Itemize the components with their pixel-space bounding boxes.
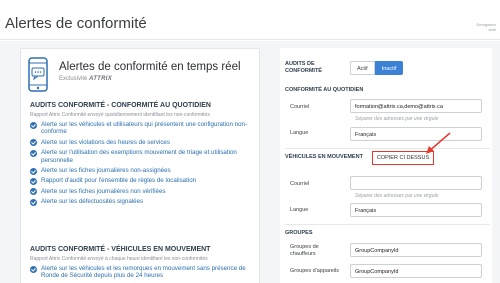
driver-groups-select[interactable]: GroupCompanyId (350, 243, 482, 257)
card-subtitle: Exclusivité ATTRIX (59, 76, 112, 82)
list-item: Alerte sur les violations des heures de … (30, 139, 258, 147)
main-content: Alertes de conformité en temps réel Excl… (0, 41, 500, 283)
check-circle-icon (30, 139, 37, 147)
moving-alert-list: Alerte sur les véhicules et les remorque… (30, 265, 258, 283)
section-heading-daily: AUDITS CONFORMITÉ - CONFORMITÉ AU QUOTID… (30, 102, 211, 109)
daily-alert-list: Alerte sur les véhicules et utilisateurs… (30, 121, 258, 209)
info-card: Alertes de conformité en temps réel Excl… (20, 48, 260, 283)
help-link[interactable]: aide (476, 27, 496, 32)
brand-logo: ATTRIX (89, 76, 113, 82)
section-heading-moving: AUDITS CONFORMITÉ - VÉHICULES EN MOUVEME… (30, 246, 211, 253)
annotation-arrow-icon (426, 132, 451, 154)
daily-heading: CONFORMITÉ AU QUOTIDIEN (285, 87, 364, 93)
check-circle-icon (30, 167, 37, 175)
toggle-active-button[interactable]: Actif (350, 61, 375, 75)
card-title: Alertes de conformité en temps réel (59, 61, 241, 73)
moving-email-hint: Séparer des adresses par une virgule (355, 193, 439, 199)
divider (285, 148, 490, 149)
toggle-inactive-button[interactable]: Inactif (374, 61, 404, 75)
list-item: Rapport d'audit pour l'ensemble de règle… (30, 177, 258, 185)
list-item: Alerte sur les véhicules et les remorque… (30, 265, 258, 280)
moving-email-label: Courriel (290, 181, 310, 187)
header-actions[interactable]: Enregistrer aide (476, 22, 496, 32)
check-circle-icon (30, 177, 37, 185)
list-item: Alerte sur les défectuosités signalées (30, 198, 258, 206)
moving-email-field[interactable] (350, 176, 482, 190)
audit-toggle[interactable]: Actif Inactif (350, 61, 404, 75)
daily-email-field[interactable]: formation@attrix.ca,demo@attrix.ca (350, 99, 482, 113)
settings-panel: AUDITS DE CONFORMITÉ Actif Inactif CONFO… (280, 48, 492, 283)
daily-email-label: Courriel (290, 104, 310, 110)
list-item: Alerte sur les véhicules et utilisateurs… (30, 121, 258, 136)
moving-language-select[interactable]: Français (350, 203, 482, 217)
section-description-moving: Rapport Attrix Conformité envoyé à chaqu… (30, 256, 208, 262)
groups-heading: GROUPES (285, 230, 313, 236)
check-circle-icon (30, 121, 37, 129)
list-item: Alerte sur l'utilisation des exemptions … (30, 149, 258, 164)
moving-heading: VÉHICULES EN MOUVEMENT (285, 154, 363, 160)
divider (285, 224, 490, 225)
check-circle-icon (30, 149, 37, 157)
list-item: Alerte sur les fiches journalières non v… (30, 188, 258, 196)
list-item: Alerte sur les fiches journalières non-a… (30, 167, 258, 175)
audits-label: AUDITS DE CONFORMITÉ (285, 61, 322, 74)
section-description-daily: Rapport Attrix Conformité envoyé quotidi… (30, 112, 210, 118)
check-circle-icon (30, 198, 37, 206)
exclusive-label: Exclusivité (59, 76, 88, 82)
moving-language-label: Langue (290, 207, 309, 213)
top-bar: Alertes de conformité Enregistrer aide (0, 0, 500, 40)
device-groups-label: Groupes d'appareils (290, 268, 340, 274)
device-groups-select[interactable]: GroupCompanyId (350, 264, 482, 278)
phone-alert-icon (28, 57, 48, 92)
daily-language-label: Langue (290, 130, 309, 136)
daily-language-select[interactable]: Français (350, 127, 482, 141)
page-title: Alertes de conformité (5, 15, 147, 32)
driver-groups-label: Groupes de chauffeurs (290, 244, 319, 257)
check-circle-icon (30, 265, 37, 273)
daily-email-hint: Séparer des adresses par une virgule (355, 116, 439, 122)
check-circle-icon (30, 188, 37, 196)
